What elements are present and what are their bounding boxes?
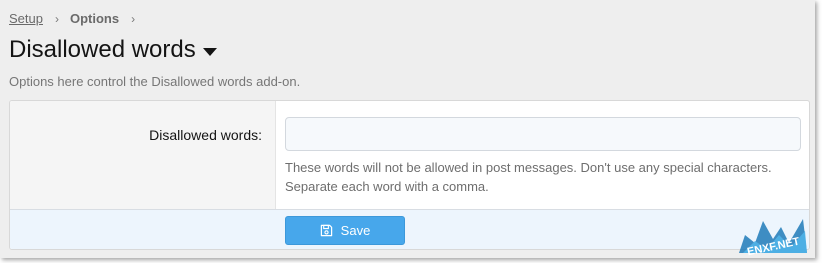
page-title: Disallowed words (9, 36, 217, 64)
breadcrumb: Setup › Options › (9, 11, 146, 26)
breadcrumb-options-link[interactable]: Options (70, 11, 119, 26)
disallowed-words-input[interactable] (285, 117, 801, 151)
save-button[interactable]: Save (285, 216, 405, 245)
page-description: Options here control the Disallowed word… (9, 74, 301, 89)
save-button-label: Save (340, 223, 371, 238)
disallowed-words-label: Disallowed words: (149, 127, 262, 143)
form-submit-row: Save (10, 209, 809, 249)
breadcrumb-chevron-icon: › (54, 11, 59, 26)
floppy-disk-icon (320, 224, 332, 237)
breadcrumb-setup-link[interactable]: Setup (9, 11, 43, 26)
enxf-watermark-logo: ENXF.NET (739, 219, 807, 257)
page-title-text: Disallowed words (9, 36, 196, 63)
breadcrumb-chevron-icon-trailing: › (131, 11, 136, 26)
page-frame: Setup › Options › Disallowed words Optio… (0, 0, 815, 258)
options-form-panel: Disallowed words: These words will not b… (9, 100, 810, 250)
disallowed-words-hint: These words will not be allowed in post … (285, 160, 772, 194)
caret-down-icon[interactable] (202, 47, 217, 56)
form-row-label-cell: Disallowed words: (10, 101, 276, 209)
